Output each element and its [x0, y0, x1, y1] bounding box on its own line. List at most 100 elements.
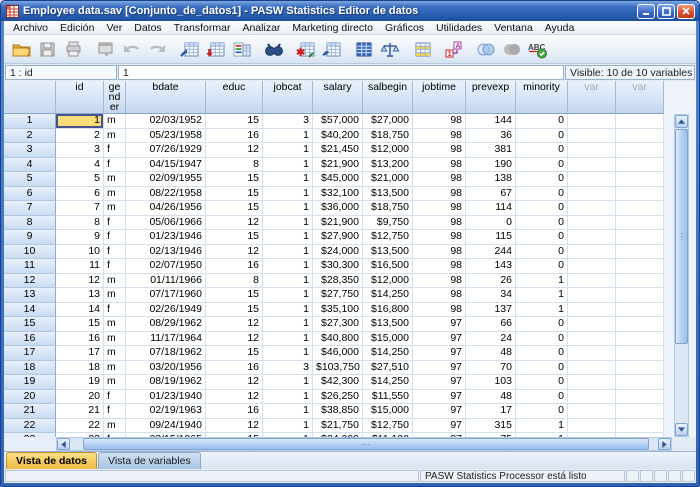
cell-educ-row6[interactable]: 15: [206, 187, 263, 202]
cell-educ-row7[interactable]: 15: [206, 201, 263, 216]
cell-prevexp-row5[interactable]: 138: [466, 172, 516, 187]
cell-var-row10[interactable]: [616, 245, 664, 260]
cell-minority-row22[interactable]: 1: [516, 419, 568, 434]
cell-salbegin-row9[interactable]: $12,750: [363, 230, 413, 245]
cell-minority-row8[interactable]: 0: [516, 216, 568, 231]
cell-jobtime-row14[interactable]: 98: [413, 303, 466, 318]
cell-prevexp-row13[interactable]: 34: [466, 288, 516, 303]
cell-id-row4[interactable]: 4: [56, 158, 104, 173]
cell-salbegin-row12[interactable]: $12,000: [363, 274, 413, 289]
cell-id-row20[interactable]: 20: [56, 390, 104, 405]
cell-gender-row16[interactable]: m: [104, 332, 126, 347]
cell-educ-row4[interactable]: 8: [206, 158, 263, 173]
cell-gender-row22[interactable]: m: [104, 419, 126, 434]
cell-jobtime-row13[interactable]: 98: [413, 288, 466, 303]
cell-var-row18[interactable]: [568, 361, 616, 376]
cell-bdate-row18[interactable]: 03/20/1956: [126, 361, 206, 376]
cell-jobcat-row7[interactable]: 1: [263, 201, 313, 216]
cell-salbegin-row21[interactable]: $15,000: [363, 404, 413, 419]
cell-jobcat-row1[interactable]: 3: [263, 114, 313, 129]
cell-salbegin-row19[interactable]: $14,250: [363, 375, 413, 390]
cell-var-row21[interactable]: [616, 404, 664, 419]
cell-value-box[interactable]: 1: [118, 65, 564, 80]
cell-jobcat-row21[interactable]: 1: [263, 404, 313, 419]
cell-educ-row14[interactable]: 15: [206, 303, 263, 318]
menu-ayuda[interactable]: Ayuda: [539, 22, 581, 34]
cell-prevexp-row19[interactable]: 103: [466, 375, 516, 390]
cell-id-row9[interactable]: 9: [56, 230, 104, 245]
cell-jobtime-row11[interactable]: 98: [413, 259, 466, 274]
column-header-salary[interactable]: salary: [313, 81, 363, 114]
cell-gender-row14[interactable]: f: [104, 303, 126, 318]
insert-cases-icon[interactable]: ✱: [292, 37, 318, 61]
cell-prevexp-row18[interactable]: 70: [466, 361, 516, 376]
cell-gender-row4[interactable]: f: [104, 158, 126, 173]
cell-prevexp-row7[interactable]: 114: [466, 201, 516, 216]
cell-prevexp-row10[interactable]: 244: [466, 245, 516, 260]
cell-jobcat-row4[interactable]: 1: [263, 158, 313, 173]
cell-educ-row10[interactable]: 12: [206, 245, 263, 260]
cell-minority-row16[interactable]: 0: [516, 332, 568, 347]
cell-jobtime-row7[interactable]: 98: [413, 201, 466, 216]
cell-minority-row11[interactable]: 0: [516, 259, 568, 274]
cell-salary-row9[interactable]: $27,900: [313, 230, 363, 245]
cell-bdate-row17[interactable]: 07/18/1962: [126, 346, 206, 361]
cell-minority-row19[interactable]: 0: [516, 375, 568, 390]
cell-jobcat-row18[interactable]: 3: [263, 361, 313, 376]
row-header[interactable]: 22: [4, 419, 56, 434]
cell-minority-row4[interactable]: 0: [516, 158, 568, 173]
cell-prevexp-row14[interactable]: 137: [466, 303, 516, 318]
cell-minority-row7[interactable]: 0: [516, 201, 568, 216]
cell-jobcat-row22[interactable]: 1: [263, 419, 313, 434]
value-labels-icon[interactable]: 1A: [440, 37, 466, 61]
cell-var-row20[interactable]: [616, 390, 664, 405]
cell-prevexp-row12[interactable]: 26: [466, 274, 516, 289]
column-header-gender[interactable]: gender: [104, 81, 126, 114]
cell-var-row6[interactable]: [616, 187, 664, 202]
cell-var-row4[interactable]: [568, 158, 616, 173]
cell-id-row14[interactable]: 14: [56, 303, 104, 318]
cell-jobcat-row20[interactable]: 1: [263, 390, 313, 405]
cell-salary-row5[interactable]: $45,000: [313, 172, 363, 187]
cell-salary-row16[interactable]: $40,800: [313, 332, 363, 347]
column-header-bdate[interactable]: bdate: [126, 81, 206, 114]
column-header-var-2[interactable]: var: [616, 81, 664, 114]
cell-educ-row8[interactable]: 12: [206, 216, 263, 231]
cell-var-row7[interactable]: [616, 201, 664, 216]
cell-bdate-row14[interactable]: 02/26/1949: [126, 303, 206, 318]
cell-minority-row1[interactable]: 0: [516, 114, 568, 129]
cell-id-row19[interactable]: 19: [56, 375, 104, 390]
cell-salary-row3[interactable]: $21,450: [313, 143, 363, 158]
menu-analizar[interactable]: Analizar: [236, 22, 286, 34]
cell-bdate-row7[interactable]: 04/26/1956: [126, 201, 206, 216]
cell-var-row2[interactable]: [616, 129, 664, 144]
cell-var-row22[interactable]: [568, 419, 616, 434]
cell-var-row16[interactable]: [568, 332, 616, 347]
cell-jobtime-row4[interactable]: 98: [413, 158, 466, 173]
cell-var-row9[interactable]: [568, 230, 616, 245]
cell-var-row12[interactable]: [568, 274, 616, 289]
menu-utilidades[interactable]: Utilidades: [430, 22, 488, 34]
cell-salbegin-row8[interactable]: $9,750: [363, 216, 413, 231]
cell-jobtime-row15[interactable]: 97: [413, 317, 466, 332]
cell-salbegin-row14[interactable]: $16,800: [363, 303, 413, 318]
cell-jobcat-row14[interactable]: 1: [263, 303, 313, 318]
cell-minority-row10[interactable]: 0: [516, 245, 568, 260]
cell-jobtime-row3[interactable]: 98: [413, 143, 466, 158]
cell-var-row5[interactable]: [568, 172, 616, 187]
cell-var-row4[interactable]: [616, 158, 664, 173]
cell-educ-row20[interactable]: 12: [206, 390, 263, 405]
cell-id-row22[interactable]: 22: [56, 419, 104, 434]
row-header[interactable]: 2: [4, 129, 56, 144]
cell-salbegin-row2[interactable]: $18,750: [363, 129, 413, 144]
cell-salbegin-row7[interactable]: $18,750: [363, 201, 413, 216]
cell-jobcat-row13[interactable]: 1: [263, 288, 313, 303]
row-header[interactable]: 11: [4, 259, 56, 274]
cell-prevexp-row6[interactable]: 67: [466, 187, 516, 202]
menu-marketing-directo[interactable]: Marketing directo: [286, 22, 379, 34]
cell-salbegin-row16[interactable]: $15,000: [363, 332, 413, 347]
cell-salbegin-row3[interactable]: $12,000: [363, 143, 413, 158]
cell-salbegin-row17[interactable]: $14,250: [363, 346, 413, 361]
cell-bdate-row13[interactable]: 07/17/1960: [126, 288, 206, 303]
cell-bdate-row12[interactable]: 01/11/1966: [126, 274, 206, 289]
